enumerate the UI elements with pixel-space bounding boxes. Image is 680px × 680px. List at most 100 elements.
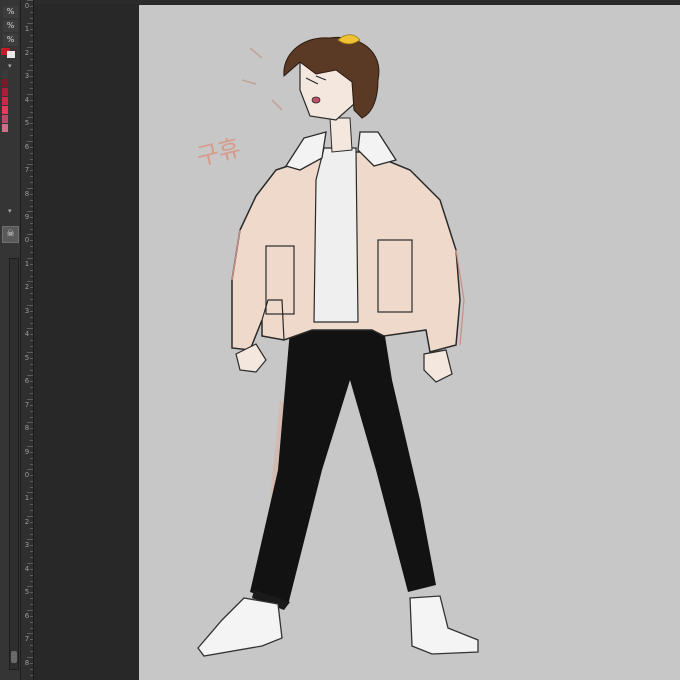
ruler-tick bbox=[27, 633, 33, 634]
ruler-tick bbox=[27, 422, 33, 423]
ruler-tick bbox=[30, 364, 33, 365]
ruler-tick bbox=[30, 522, 33, 523]
ruler-tick bbox=[30, 135, 33, 136]
ruler-tick bbox=[30, 53, 33, 54]
ruler-tick bbox=[30, 575, 33, 576]
ruler-tick bbox=[30, 598, 33, 599]
color-swatch-5[interactable] bbox=[2, 115, 8, 123]
sketch-marks bbox=[241, 47, 283, 111]
ruler-tick bbox=[27, 446, 33, 447]
ruler-tick bbox=[30, 387, 33, 388]
ruler-tick bbox=[30, 663, 33, 664]
color-swatch-4[interactable] bbox=[2, 106, 8, 114]
ruler-tick bbox=[30, 616, 33, 617]
color-swatch-0[interactable] bbox=[2, 70, 8, 78]
ruler-tick bbox=[30, 581, 33, 582]
ruler-tick bbox=[27, 492, 33, 493]
swatch-strip bbox=[2, 70, 8, 132]
ruler-tick bbox=[30, 498, 33, 499]
ruler-tick bbox=[30, 88, 33, 89]
ruler-tick bbox=[30, 311, 33, 312]
ruler-tick bbox=[30, 223, 33, 224]
ruler-tick bbox=[30, 411, 33, 412]
ruler-tick bbox=[30, 452, 33, 453]
ruler-tick bbox=[27, 399, 33, 400]
ruler-tick bbox=[30, 551, 33, 552]
ruler-tick bbox=[30, 487, 33, 488]
collapse-arrow-icon[interactable]: ▾ bbox=[8, 207, 18, 215]
ruler-tick bbox=[30, 276, 33, 277]
ruler-tick bbox=[27, 539, 33, 540]
background-color-swatch[interactable] bbox=[7, 51, 15, 58]
ruler-tick bbox=[30, 270, 33, 271]
ruler-tick bbox=[30, 112, 33, 113]
ruler-tick bbox=[30, 6, 33, 7]
ruler-tick bbox=[30, 159, 33, 160]
ruler-tick bbox=[30, 29, 33, 30]
ruler-tick bbox=[30, 557, 33, 558]
drawing-canvas[interactable]: 구휴 bbox=[139, 5, 680, 680]
ruler-tick bbox=[30, 434, 33, 435]
ruler-tick bbox=[30, 475, 33, 476]
ruler-tick bbox=[27, 258, 33, 259]
ruler-tick bbox=[27, 23, 33, 24]
ruler-tick bbox=[30, 200, 33, 201]
ruler-tick bbox=[30, 18, 33, 19]
ruler-tick bbox=[30, 76, 33, 77]
ruler-tick bbox=[30, 252, 33, 253]
ruler-tick bbox=[30, 534, 33, 535]
ruler-tick bbox=[30, 669, 33, 670]
shoes bbox=[197, 595, 479, 657]
ruler-tick bbox=[27, 47, 33, 48]
ruler-tick bbox=[30, 65, 33, 66]
ruler-tick bbox=[30, 651, 33, 652]
ruler-tick bbox=[30, 35, 33, 36]
ruler-tick bbox=[30, 170, 33, 171]
ruler-tick bbox=[27, 117, 33, 118]
ruler-tick bbox=[30, 317, 33, 318]
ruler-tick bbox=[30, 358, 33, 359]
ruler-tick bbox=[30, 545, 33, 546]
percent-button[interactable]: % bbox=[3, 34, 18, 46]
ruler-tick bbox=[30, 592, 33, 593]
ruler-tick bbox=[30, 264, 33, 265]
ruler-tick bbox=[30, 604, 33, 605]
ruler-tick bbox=[30, 481, 33, 482]
ruler-tick bbox=[30, 12, 33, 13]
color-swatch-6[interactable] bbox=[2, 124, 8, 132]
ruler-tick bbox=[30, 645, 33, 646]
color-swatch-1[interactable] bbox=[2, 79, 8, 87]
ruler-tick bbox=[30, 153, 33, 154]
ruler-tick bbox=[30, 622, 33, 623]
color-chip[interactable] bbox=[1, 48, 15, 58]
ruler-tick bbox=[27, 305, 33, 306]
character-illustration: 구휴 bbox=[194, 34, 479, 657]
color-swatch-3[interactable] bbox=[2, 97, 8, 105]
panel-scrollbar[interactable] bbox=[9, 258, 19, 670]
ruler-tick bbox=[30, 510, 33, 511]
head bbox=[283, 34, 380, 121]
percent-button[interactable]: % bbox=[3, 6, 18, 18]
ruler-tick bbox=[30, 639, 33, 640]
ruler-tick bbox=[30, 323, 33, 324]
ruler-tick bbox=[27, 469, 33, 470]
ruler-tick bbox=[27, 164, 33, 165]
ruler-tick bbox=[27, 657, 33, 658]
ruler-tick bbox=[30, 41, 33, 42]
scrollbar-thumb[interactable] bbox=[11, 651, 17, 663]
ruler-tick bbox=[30, 346, 33, 347]
ruler-tick bbox=[27, 0, 33, 1]
percent-button[interactable]: % bbox=[3, 20, 18, 32]
ruler-tick bbox=[27, 188, 33, 189]
ruler-tick bbox=[30, 229, 33, 230]
color-swatch-2[interactable] bbox=[2, 88, 8, 96]
top-strip bbox=[0, 0, 680, 4]
ruler-tick bbox=[27, 352, 33, 353]
layer-thumbnail-icon[interactable]: ☠ bbox=[2, 226, 19, 243]
tool-panel: % % % ▾ ▾ ☠ bbox=[0, 0, 21, 680]
collapse-arrow-icon[interactable]: ▾ bbox=[8, 62, 18, 70]
ruler-tick bbox=[30, 428, 33, 429]
ruler-tick bbox=[27, 328, 33, 329]
ruler-tick bbox=[27, 375, 33, 376]
ruler-tick bbox=[27, 516, 33, 517]
